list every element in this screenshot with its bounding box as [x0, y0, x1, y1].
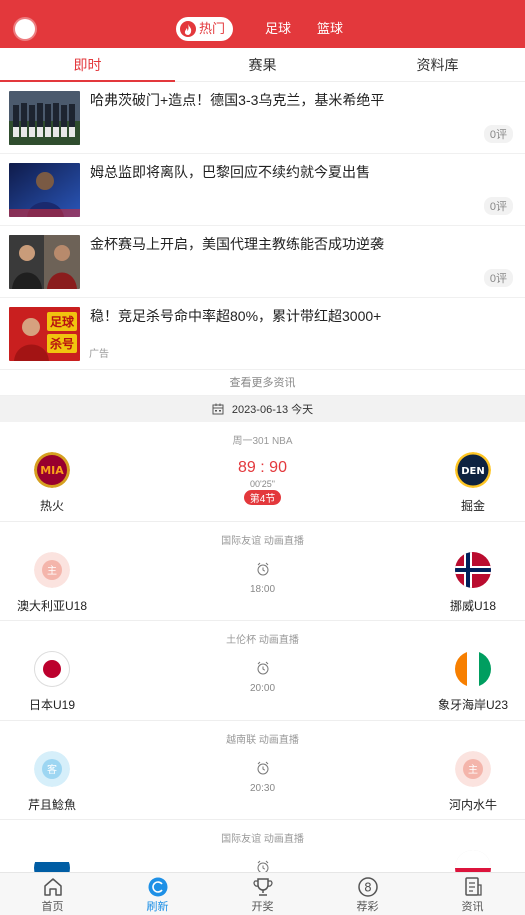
trophy-icon	[253, 878, 272, 896]
subtab-live[interactable]: 即时	[0, 48, 175, 82]
subtab-database[interactable]: 资料库	[350, 48, 525, 81]
match-row[interactable]: 土伦杯 动画直播 日本U19 20:00 象牙海岸U23	[0, 621, 525, 721]
norway-flag-icon	[455, 551, 491, 588]
date-bar: 2023-06-13 今天	[0, 396, 525, 422]
news-item[interactable]: 哈弗茨破门+造点！德国3-3乌克兰，基米希绝平 0评	[0, 82, 525, 154]
flame-icon	[179, 21, 196, 37]
period-badge: 第4节	[243, 490, 282, 505]
alarm-clock-icon	[257, 661, 268, 675]
ad-thumbnail: 足球 杀号	[9, 307, 80, 361]
comment-count: 0评	[483, 269, 513, 287]
match-row[interactable]: 周一301 NBA MIA 热火 89 : 90 00'25" 第4节 DEN …	[0, 422, 525, 522]
top-header: 热门 足球 篮球	[0, 0, 525, 48]
home-placeholder-icon: 主	[455, 750, 491, 787]
news-title: 姆总监即将离队，巴黎回应不续约就今夏出售	[90, 164, 370, 180]
svg-text:足球: 足球	[50, 314, 75, 329]
comment-count: 0评	[483, 197, 513, 215]
comment-count: 0评	[483, 125, 513, 143]
news-title: 哈弗茨破门+造点！德国3-3乌克兰，基米希绝平	[90, 92, 385, 108]
more-news-link[interactable]: 查看更多资讯	[0, 370, 525, 396]
date-label: 2023-06-13 今天	[231, 404, 314, 416]
nav-news[interactable]: 资讯	[420, 873, 525, 915]
ad-tag: 广告	[89, 349, 109, 360]
nav-recommend[interactable]: 8 荐彩	[315, 873, 420, 915]
alarm-clock-icon	[257, 562, 268, 575]
league-label: 越南联 动画直播	[226, 734, 299, 746]
league-label: 国际友谊 动画直播	[221, 535, 304, 547]
svg-text:主: 主	[468, 764, 478, 776]
alarm-clock-icon	[257, 761, 268, 774]
news-thumbnail	[9, 163, 80, 217]
home-icon	[43, 878, 62, 896]
news-item[interactable]: 姆总监即将离队，巴黎回应不续约就今夏出售 0评	[0, 154, 525, 226]
league-label: 国际友谊 动画直播	[221, 834, 304, 845]
news-thumbnail	[9, 235, 80, 289]
tab-football[interactable]: 足球	[259, 17, 297, 41]
nav-news-label: 资讯	[461, 901, 484, 913]
svg-text:杀号: 杀号	[50, 336, 74, 351]
away-team-name: 挪威U18	[449, 598, 496, 613]
league-label: 土伦杯 动画直播	[226, 635, 299, 646]
sub-tabs: 即时 赛果 资料库	[0, 48, 525, 82]
news-title: 稳！竞足杀号命中率超80%，累计带红超3000+	[90, 308, 382, 324]
document-icon	[464, 877, 482, 896]
away-team: 挪威U18	[418, 551, 525, 614]
match-row[interactable]: 国际友谊 动画直播 主 澳大利亚U18 18:00 挪威U18	[0, 521, 525, 621]
away-team: 主 河内水牛	[418, 750, 525, 813]
nav-refresh[interactable]: 刷新	[105, 873, 210, 915]
app-root: 热门 足球 篮球 即时 赛果 资料库 哈弗茨破门+造点！德国3-3乌克兰，基米希…	[0, 0, 525, 915]
nav-lottery[interactable]: 开奖	[210, 873, 315, 915]
top-tabs: 热门 足球 篮球	[0, 17, 525, 41]
tab-hot[interactable]: 热门	[175, 17, 233, 41]
away-team-name: 象牙海岸U23	[437, 698, 508, 712]
league-label: 周一301 NBA	[232, 436, 293, 447]
home-team-name: 日本U19	[28, 698, 75, 712]
nav-home[interactable]: 首页	[0, 873, 105, 915]
away-team: 象牙海岸U23	[418, 651, 525, 713]
nuggets-logo-icon: DEN	[455, 452, 491, 488]
svg-text:8: 8	[364, 881, 372, 895]
ball-eight-icon: 8	[357, 877, 378, 897]
news-title: 金杯赛马上开启，美国代理主教练能否成功逆袭	[90, 236, 384, 252]
home-team-name: 澳大利亚U18	[16, 598, 87, 613]
ivory-coast-flag-icon	[455, 651, 491, 687]
nav-refresh-label: 刷新	[146, 901, 169, 913]
away-team-name: 河内水牛	[448, 797, 497, 812]
calendar-icon	[212, 403, 224, 415]
home-team-name: 芹且鯰魚	[27, 797, 76, 812]
bottom-nav: 首页 刷新 开奖 8 荐彩 资讯	[0, 872, 525, 915]
subtab-results[interactable]: 赛果	[175, 48, 350, 81]
away-team: DEN 掘金	[418, 452, 525, 514]
nav-home-label: 首页	[41, 901, 64, 913]
tab-hot-label: 热门	[198, 21, 225, 36]
news-item-ad[interactable]: 足球 杀号 稳！竞足杀号命中率超80%，累计带红超3000+ 广告	[0, 298, 525, 370]
nav-lottery-label: 开奖	[251, 901, 274, 913]
nav-recommend-label: 荐彩	[356, 901, 379, 913]
match-row[interactable]: 越南联 动画直播 客 芹且鯰魚 20:30 主 河内水牛	[0, 720, 525, 820]
tab-basketball[interactable]: 篮球	[311, 17, 349, 41]
svg-text:DEN: DEN	[461, 466, 485, 477]
news-item[interactable]: 金杯赛马上开启，美国代理主教练能否成功逆袭 0评	[0, 226, 525, 298]
news-thumbnail	[9, 91, 80, 145]
away-team-name: 掘金	[460, 499, 485, 513]
refresh-icon	[148, 877, 167, 897]
